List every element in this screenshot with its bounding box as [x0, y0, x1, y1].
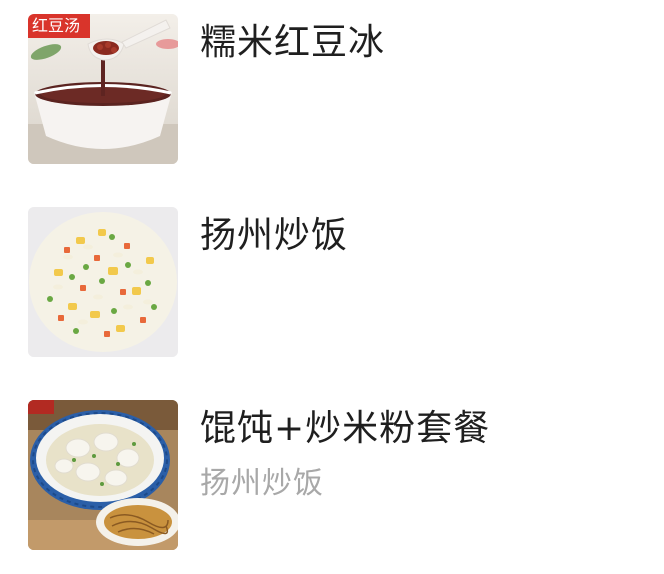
list-item[interactable]: 红豆汤 糯米红豆冰 — [0, 14, 664, 174]
list-item[interactable]: 馄饨+炒米粉套餐 扬州炒饭 — [0, 400, 664, 560]
red-bean-soup-image[interactable]: 红豆汤 — [28, 14, 178, 164]
dish-title: 馄饨+炒米粉套餐 — [200, 408, 491, 449]
dish-subtitle: 扬州炒饭 — [200, 466, 324, 501]
dish-title: 扬州炒饭 — [200, 215, 349, 256]
fried-rice-icon — [28, 207, 178, 357]
image-badge-label: 红豆汤 — [32, 16, 81, 35]
wonton-noodle-set-icon — [28, 400, 178, 550]
dish-title: 糯米红豆冰 — [200, 22, 386, 63]
list-item[interactable]: 扬州炒饭 — [0, 207, 664, 367]
dish-list: 红豆汤 糯米红豆冰 扬州炒饭 馄饨+炒米粉套餐 扬州炒饭 — [0, 0, 664, 574]
fried-rice-image[interactable] — [28, 207, 178, 357]
wonton-noodle-set-image[interactable] — [28, 400, 178, 550]
